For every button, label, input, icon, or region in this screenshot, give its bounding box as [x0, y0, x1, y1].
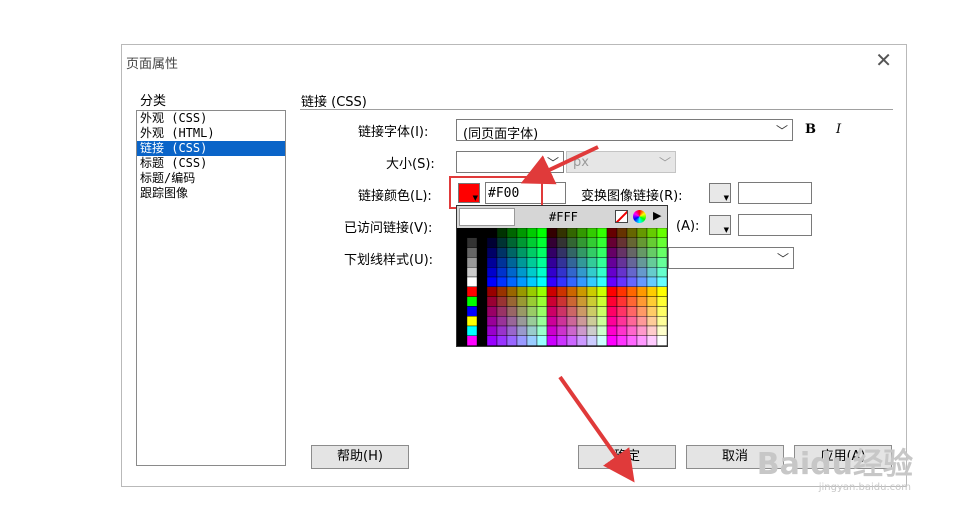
arrow-to-color-field [520, 145, 599, 185]
arrow-to-ok-button [558, 375, 635, 483]
annotation-arrows [520, 145, 635, 483]
